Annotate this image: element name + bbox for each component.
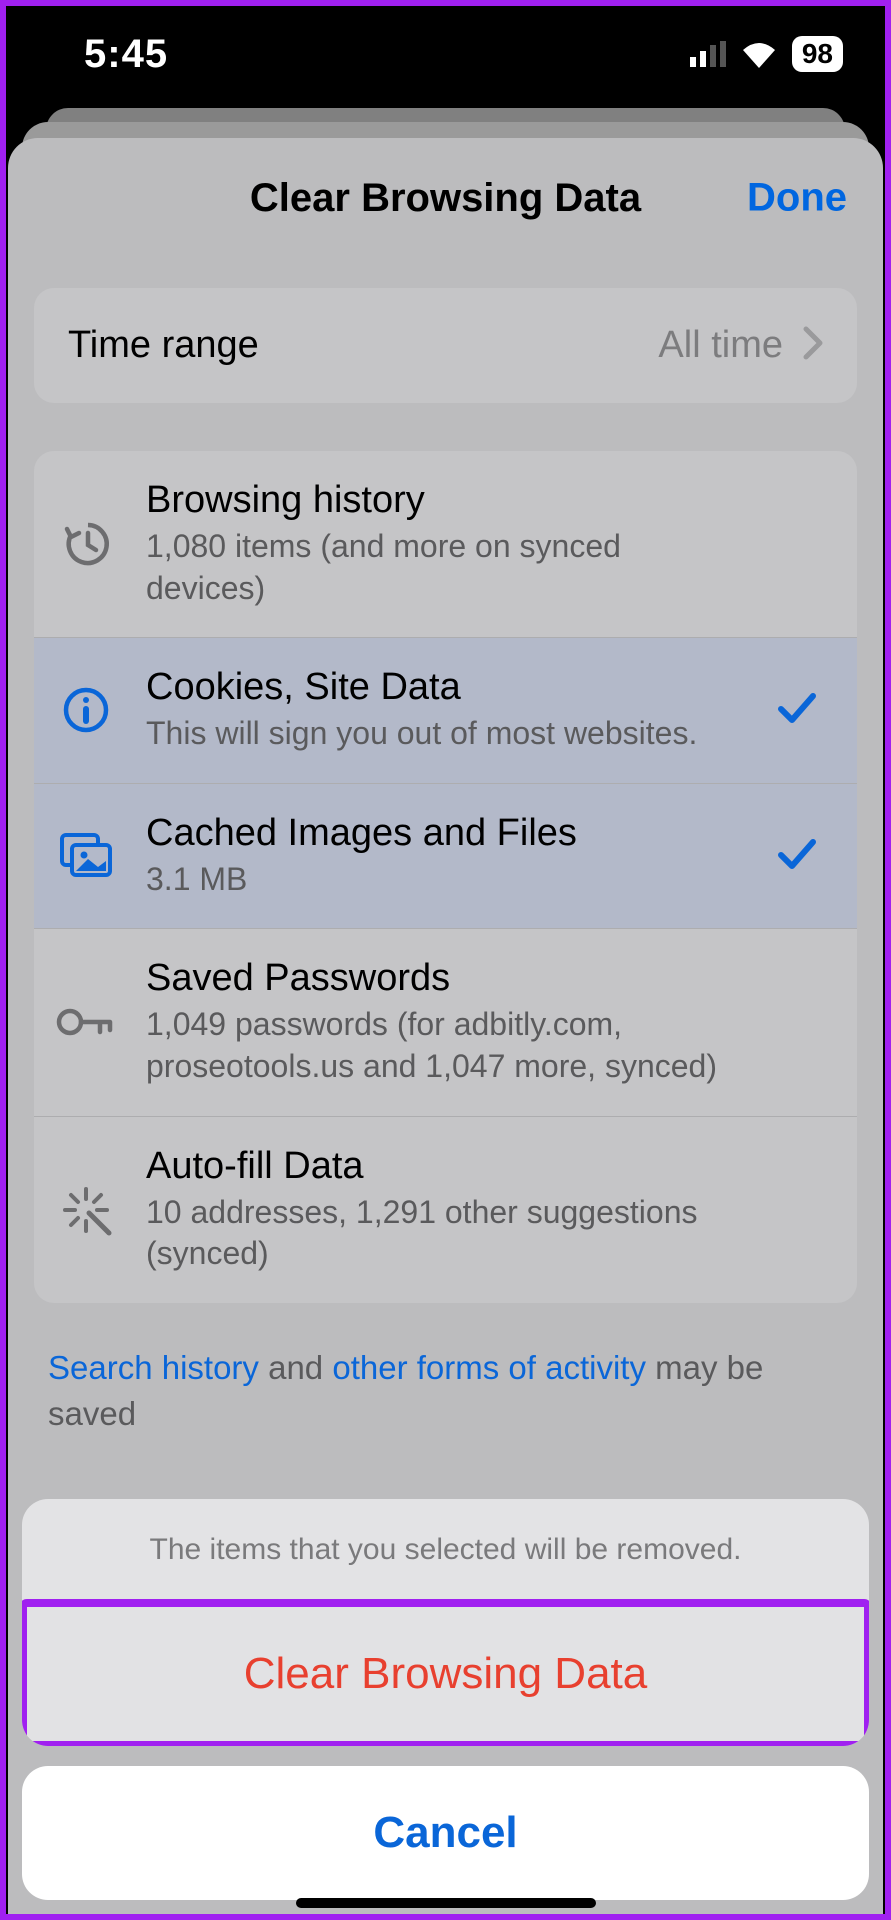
sheet-header: Clear Browsing Data Done (8, 138, 883, 258)
status-time: 5:45 (84, 32, 168, 77)
wifi-icon (740, 40, 778, 68)
row-title: Cookies, Site Data (146, 666, 747, 709)
row-title: Cached Images and Files (146, 812, 747, 855)
data-types-list: Browsing history 1,080 items (and more o… (34, 451, 857, 1303)
time-range-row[interactable]: Time range All time (34, 288, 857, 403)
row-subtitle: 1,080 items (and more on synced devices) (146, 526, 747, 609)
search-history-link[interactable]: Search history (48, 1349, 259, 1386)
wand-icon (54, 1178, 118, 1242)
info-icon (54, 678, 118, 742)
row-autofill[interactable]: Auto-fill Data 10 addresses, 1,291 other… (34, 1117, 857, 1303)
row-subtitle: 1,049 passwords (for adbitly.com, proseo… (146, 1004, 747, 1087)
battery-indicator: 98 (792, 36, 843, 72)
row-title: Browsing history (146, 479, 747, 522)
checkmark-icon (775, 686, 827, 735)
other-activity-link[interactable]: other forms of activity (332, 1349, 646, 1386)
images-icon (54, 824, 118, 888)
home-indicator[interactable] (296, 1898, 596, 1908)
action-sheet-message: The items that you selected will be remo… (22, 1499, 869, 1602)
history-icon (54, 512, 118, 576)
footer-note: Search history and other forms of activi… (48, 1345, 843, 1437)
cancel-button[interactable]: Cancel (22, 1766, 869, 1900)
row-subtitle: 3.1 MB (146, 859, 747, 901)
chevron-right-icon (803, 326, 823, 365)
row-cached-images[interactable]: Cached Images and Files 3.1 MB (34, 784, 857, 930)
key-icon (54, 990, 118, 1054)
status-icons: 98 (690, 36, 843, 72)
row-subtitle: 10 addresses, 1,291 other suggestions (s… (146, 1192, 747, 1275)
time-range-section: Time range All time (34, 288, 857, 403)
time-range-value: All time (658, 324, 783, 367)
done-button[interactable]: Done (747, 176, 847, 221)
row-title: Auto-fill Data (146, 1145, 747, 1188)
cellular-icon (690, 41, 726, 67)
clear-browsing-data-button[interactable]: Clear Browsing Data (27, 1607, 864, 1741)
page-title: Clear Browsing Data (250, 176, 641, 221)
row-browsing-history[interactable]: Browsing history 1,080 items (and more o… (34, 451, 857, 638)
row-subtitle: This will sign you out of most websites. (146, 713, 747, 755)
time-range-label: Time range (68, 324, 259, 367)
confirmation-action-sheet: The items that you selected will be remo… (22, 1499, 869, 1900)
row-title: Saved Passwords (146, 957, 747, 1000)
status-bar: 5:45 98 (0, 0, 891, 108)
checkmark-icon (775, 832, 827, 881)
row-cookies[interactable]: Cookies, Site Data This will sign you ou… (34, 638, 857, 784)
row-saved-passwords[interactable]: Saved Passwords 1,049 passwords (for adb… (34, 929, 857, 1116)
